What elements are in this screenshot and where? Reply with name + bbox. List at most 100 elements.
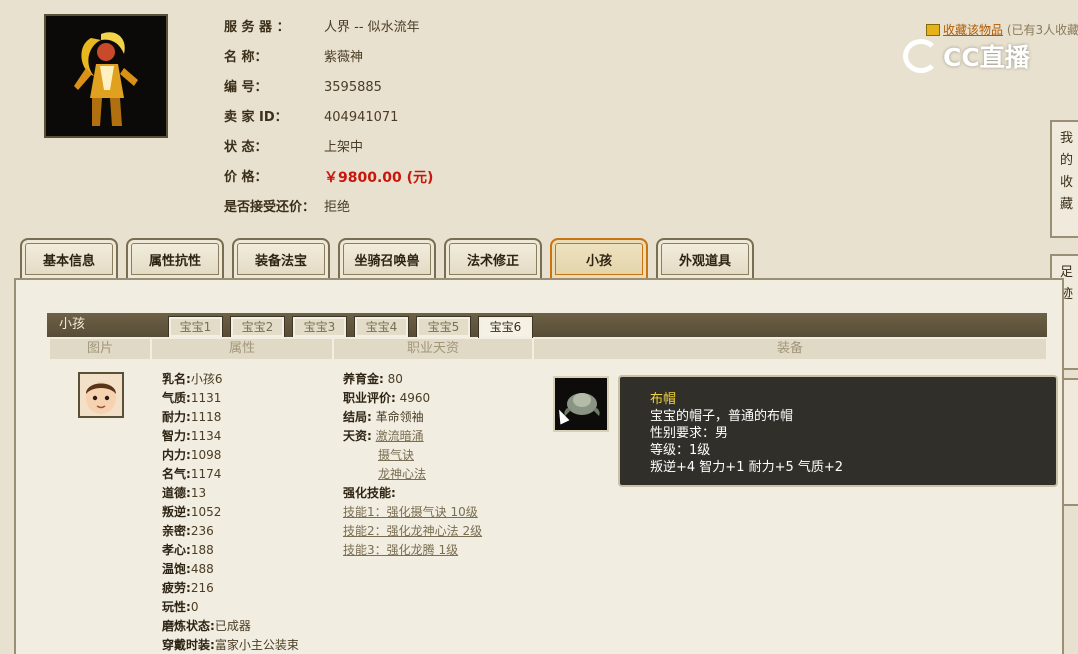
tab-appearance[interactable]: 外观道具 [656,238,754,278]
attr-value: 富家小主公装束 [214,638,299,652]
child-attribute-list: 乳名:小孩6 气质:1131 耐力:1118 智力:1134 内力:1098 名… [162,370,299,654]
talent-link[interactable]: 摄气诀 [378,448,414,462]
column-header-job: 职业天资 [334,339,533,359]
price-label: 价 格： [224,170,268,185]
bargain-label: 是否接受还价： [224,200,316,215]
skill-link[interactable]: 技能2：强化龙神心法 2级 [343,524,482,538]
main-tabs: 基本信息 属性抗性 装备法宝 坐骑召唤兽 法术修正 小孩 外观道具 [20,238,762,278]
child-face-icon [80,374,122,416]
seller-row: 卖 家 ID： 404941071 [224,104,433,134]
fund-value: 80 [387,372,403,386]
talent-row: 龙神心法 [343,465,482,484]
attr-value: 1098 [190,448,222,462]
name-label: 名 称： [224,50,268,65]
rating-row: 职业评价: 4960 [343,389,482,408]
name-row: 名 称： 紫薇神 [224,44,433,74]
tab-basic-info[interactable]: 基本信息 [20,238,118,278]
list-item: 道德:13 [162,484,299,503]
item-info: 服 务 器 ： 人界 -- 似水流年 名 称： 紫薇神 编 号： 3595885… [224,14,433,224]
attr-value: 236 [190,524,214,538]
attr-key: 耐力: [162,410,191,424]
rating-label: 职业评价: [343,391,396,405]
attr-key: 亲密: [162,524,191,538]
list-item: 穿戴时装:富家小主公装束 [162,636,299,654]
attr-key: 内力: [162,448,191,462]
list-item: 亲密:236 [162,522,299,541]
bargain-value: 拒绝 [324,200,351,215]
skill-link[interactable]: 技能3：强化龙腾 1级 [343,543,458,557]
column-header-image: 图片 [50,339,151,359]
favorite-link[interactable]: 收藏该物品 [943,23,1003,37]
cc-logo-icon [903,39,939,73]
skill-row: 技能2：强化龙神心法 2级 [343,522,482,541]
attr-value: 1174 [190,467,222,481]
talent-link[interactable]: 龙神心法 [378,467,426,481]
list-item: 耐力:1118 [162,408,299,427]
tab-mounts[interactable]: 坐骑召唤兽 [338,238,436,278]
cc-watermark: CC直播 [903,38,1030,74]
skill-row: 技能3：强化龙腾 1级 [343,541,482,560]
attr-key: 气质: [162,391,191,405]
tab-equipment[interactable]: 装备法宝 [232,238,330,278]
attr-value: 1052 [190,505,222,519]
attr-value: 1134 [190,429,222,443]
seller-value: 404941071 [324,110,399,125]
list-item: 气质:1131 [162,389,299,408]
attr-value: 216 [190,581,214,595]
character-portrait [44,14,168,138]
price-row: 价 格： ￥9800.00 (元) [224,164,433,194]
attr-key: 穿戴时装: [162,638,215,652]
server-row: 服 务 器 ： 人界 -- 似水流年 [224,14,433,44]
attr-key: 温饱: [162,562,191,576]
attr-value: 已成器 [214,619,251,633]
list-item: 名气:1174 [162,465,299,484]
subtab-baby-6[interactable]: 宝宝6 [478,316,533,338]
ending-value: 革命领袖 [375,410,424,424]
server-label: 服 务 器 ： [224,20,290,35]
subtab-baby-1[interactable]: 宝宝1 [168,316,223,337]
attr-value: 13 [190,486,207,500]
side-panel-favorites-text: 我的收藏 [1060,131,1074,212]
list-item: 叛逆:1052 [162,503,299,522]
subtab-baby-4[interactable]: 宝宝4 [354,316,409,337]
attr-key: 磨炼状态: [162,619,215,633]
attr-key: 叛逆: [162,505,191,519]
talent-link[interactable]: 激流暗涌 [376,429,424,443]
list-item: 玩性:0 [162,598,299,617]
attr-value: 1131 [190,391,222,405]
tooltip-level: 等级：1级 [650,443,711,458]
list-item: 智力:1134 [162,427,299,446]
tooltip-stats: 叛逆+4 智力+1 耐力+5 气质+2 [650,460,844,475]
id-label: 编 号： [224,80,268,95]
status-value: 上架中 [324,140,364,155]
attr-value: 1118 [190,410,222,424]
attr-key: 智力: [162,429,191,443]
attr-value: 0 [190,600,199,614]
attr-key: 疲劳: [162,581,191,595]
tooltip-item-name: 布帽 [650,392,677,407]
subtab-baby-2[interactable]: 宝宝2 [230,316,285,337]
side-panel-favorites[interactable]: 我的收藏 [1050,120,1078,238]
talent-row: 摄气诀 [343,446,482,465]
child-avatar [78,372,124,418]
column-header-equipment: 装备 [534,339,1047,359]
skills-label: 强化技能: [343,486,396,500]
tab-attributes[interactable]: 属性抗性 [126,238,224,278]
server-value: 人界 -- 似水流年 [324,20,420,35]
skill-link[interactable]: 技能1：强化摄气诀 10级 [343,505,478,519]
list-item: 磨炼状态:已成器 [162,617,299,636]
status-label: 状 态： [224,140,268,155]
attr-key: 玩性: [162,600,191,614]
attr-value: 188 [190,543,214,557]
attr-key: 孝心: [162,543,191,557]
attr-value: 488 [190,562,214,576]
baby-subtabs: 宝宝1 宝宝2 宝宝3 宝宝4 宝宝5 宝宝6 [168,316,540,338]
rating-value: 4960 [399,391,431,405]
subtab-baby-3[interactable]: 宝宝3 [292,316,347,337]
subtab-baby-5[interactable]: 宝宝5 [416,316,471,337]
tab-spells[interactable]: 法术修正 [444,238,542,278]
ending-row: 结局: 革命领袖 [343,408,482,427]
tab-children[interactable]: 小孩 [550,238,648,278]
tooltip-description: 宝宝的帽子，普通的布帽 [650,409,794,424]
id-row: 编 号： 3595885 [224,74,433,104]
